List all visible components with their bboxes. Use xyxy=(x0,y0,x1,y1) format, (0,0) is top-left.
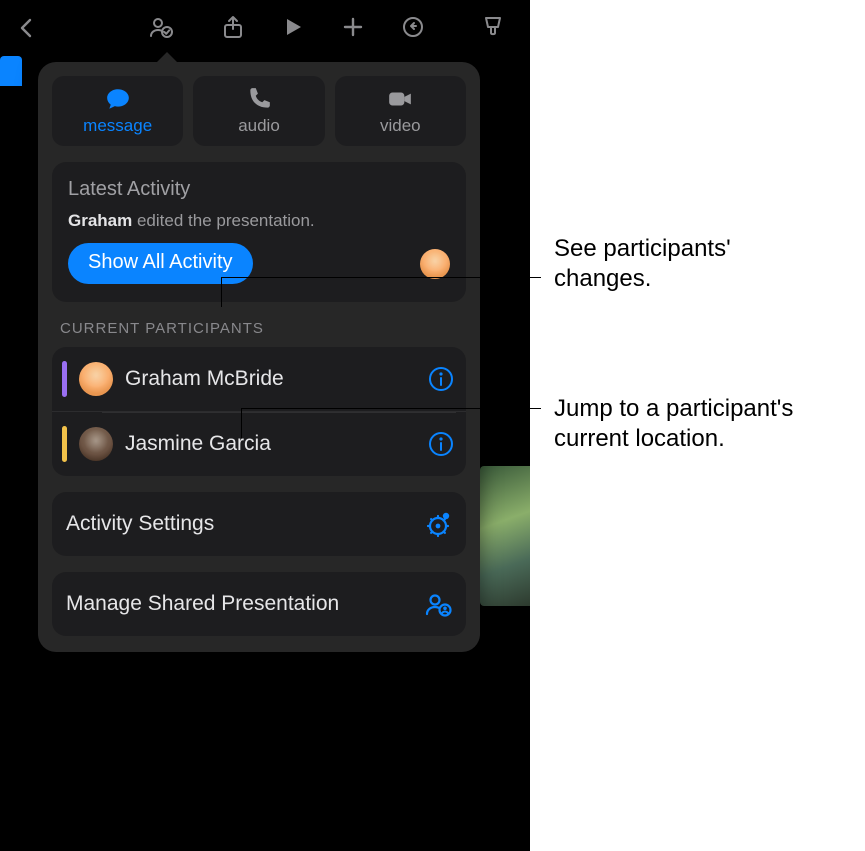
segment-label: message xyxy=(83,116,152,136)
settings-activity-icon xyxy=(424,510,452,538)
app-window: message audio video Latest Activity Grah… xyxy=(0,0,530,851)
latest-activity-text: Graham edited the presentation. xyxy=(68,211,450,231)
toolbar xyxy=(0,0,530,56)
collaborate-icon[interactable] xyxy=(148,14,174,40)
play-icon[interactable] xyxy=(280,14,306,40)
latest-activity-title: Latest Activity xyxy=(68,178,450,201)
slide-image-preview xyxy=(480,466,530,606)
participants-list: Graham McBride Jasmine Garcia xyxy=(52,347,466,476)
activity-settings-button[interactable]: Activity Settings xyxy=(52,492,466,556)
info-icon[interactable] xyxy=(428,431,454,457)
info-icon[interactable] xyxy=(428,366,454,392)
callout-line xyxy=(221,277,541,278)
avatar xyxy=(79,362,113,396)
latest-activity-actor: Graham xyxy=(68,211,132,230)
latest-activity-rest: edited the presentation. xyxy=(132,211,314,230)
add-icon[interactable] xyxy=(340,14,366,40)
avatar xyxy=(79,427,113,461)
contact-segment: message audio video xyxy=(52,76,466,146)
segment-label: audio xyxy=(238,116,280,136)
callout-line xyxy=(221,277,222,307)
callout-text: Jump to a participant's current location… xyxy=(554,394,854,454)
avatar xyxy=(420,249,450,279)
collaboration-popover: message audio video Latest Activity Grah… xyxy=(38,62,480,652)
participant-color-indicator xyxy=(62,426,67,462)
participant-color-indicator xyxy=(62,361,67,397)
participant-name: Jasmine Garcia xyxy=(125,432,416,456)
segment-audio[interactable]: audio xyxy=(193,76,324,146)
slide-thumbnail-selected[interactable] xyxy=(0,56,22,86)
participants-header: CURRENT PARTICIPANTS xyxy=(60,320,466,337)
share-icon[interactable] xyxy=(220,14,246,40)
participant-name: Graham McBride xyxy=(125,367,416,391)
segment-video[interactable]: video xyxy=(335,76,466,146)
callout-line xyxy=(241,408,541,409)
participant-row[interactable]: Graham McBride xyxy=(52,347,466,411)
format-brush-icon[interactable] xyxy=(480,14,506,40)
undo-circle-icon[interactable] xyxy=(400,14,426,40)
callout-text: See participants' changes. xyxy=(554,234,814,294)
participant-row[interactable]: Jasmine Garcia xyxy=(52,411,466,476)
back-icon[interactable] xyxy=(14,15,40,41)
segment-label: video xyxy=(380,116,421,136)
callout-line xyxy=(241,408,242,438)
segment-message[interactable]: message xyxy=(52,76,183,146)
people-share-icon xyxy=(424,590,452,618)
latest-activity-card: Latest Activity Graham edited the presen… xyxy=(52,162,466,302)
manage-shared-button[interactable]: Manage Shared Presentation xyxy=(52,572,466,636)
